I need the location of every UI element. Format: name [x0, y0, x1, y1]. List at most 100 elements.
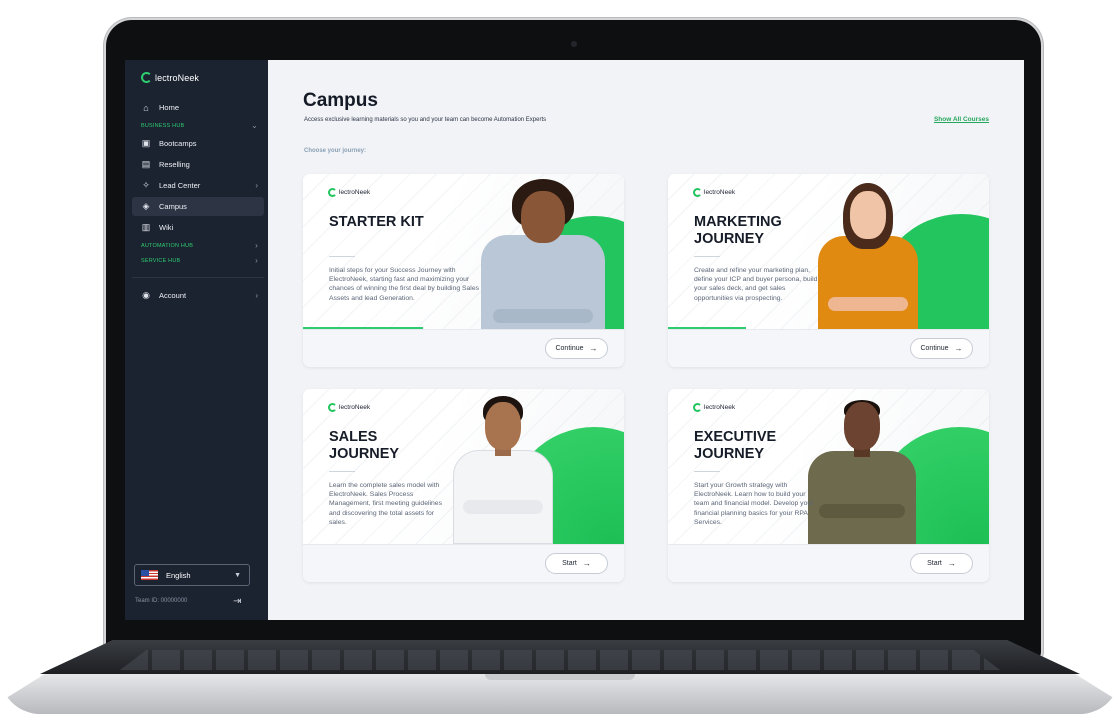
- sidebar-section-business-hub[interactable]: BUSINESS HUB ⌄: [132, 119, 264, 132]
- arrow-right-icon: →: [582, 559, 591, 568]
- sidebar-item-reselling[interactable]: ▤ Reselling: [132, 155, 264, 174]
- continue-button[interactable]: Continue →: [545, 338, 608, 359]
- card-brand: lectroNeek: [328, 188, 370, 197]
- card-brand: lectroNeek: [328, 403, 370, 412]
- card-footer: Start →: [303, 544, 624, 582]
- card-title: STARTER KIT: [329, 214, 424, 230]
- arrow-right-icon: →: [589, 344, 598, 353]
- person-photo: [808, 394, 916, 544]
- sidebar-item-campus[interactable]: ◈ Campus: [132, 197, 264, 216]
- person-photo: [453, 392, 553, 544]
- divider: [694, 471, 720, 472]
- section-label: SERVICE HUB: [141, 257, 181, 264]
- divider: [329, 471, 355, 472]
- chevron-right-icon: ›: [255, 291, 258, 300]
- arrow-right-icon: →: [954, 344, 963, 353]
- sidebar-item-label: Wiki: [159, 223, 174, 232]
- home-icon: ⌂: [143, 102, 149, 113]
- team-id: Team ID: 00000000: [135, 598, 188, 604]
- card-footer: Continue →: [303, 329, 624, 367]
- card-title: EXECUTIVE JOURNEY: [694, 429, 777, 462]
- button-label: Start: [562, 560, 577, 567]
- language-select[interactable]: English ▼: [134, 564, 250, 586]
- sidebar-item-label: Home: [159, 103, 180, 112]
- chevron-right-icon: ›: [255, 181, 258, 190]
- button-label: Continue: [920, 345, 949, 352]
- card-hero: [668, 174, 989, 329]
- card-title: MARKETING JOURNEY: [694, 214, 782, 247]
- show-all-courses-link[interactable]: Show All Courses: [934, 116, 989, 123]
- card-footer: Start →: [668, 544, 989, 582]
- start-button[interactable]: Start →: [910, 553, 973, 574]
- course-card-sales-journey[interactable]: lectroNeek SALES JOURNEY Learn the compl…: [303, 389, 624, 582]
- arrow-right-icon: →: [947, 559, 956, 568]
- main-content: Campus Access exclusive learning materia…: [268, 60, 1024, 620]
- divider: [132, 277, 264, 278]
- card-brand-name: lectroNeek: [704, 404, 736, 411]
- sidebar-section-automation-hub[interactable]: AUTOMATION HUB ›: [132, 239, 264, 252]
- sidebar-nav: ⌂ Home BUSINESS HUB ⌄ ▣ Bootcamps ▤ Rese…: [132, 98, 264, 307]
- chevron-right-icon: ›: [255, 241, 258, 250]
- sidebar-item-label: Account: [159, 291, 187, 300]
- camera: [571, 41, 577, 47]
- calendar-icon: ▣: [141, 138, 151, 148]
- user-circle-icon: ◉: [142, 290, 150, 300]
- card-description: Initial steps for your Success Journey w…: [329, 267, 479, 302]
- logo-icon: [141, 72, 152, 83]
- sidebar-item-label: Bootcamps: [159, 139, 197, 148]
- logo-icon: [328, 403, 337, 412]
- laptop-bottom: [0, 674, 1120, 714]
- logout-icon[interactable]: ⇥: [233, 596, 241, 607]
- sidebar-item-account[interactable]: ◉ Account ›: [132, 286, 264, 305]
- language-label: English: [166, 570, 191, 580]
- card-description: Start your Growth strategy with ElectroN…: [694, 482, 814, 526]
- sidebar: lectroNeek ⌂ Home BUSINESS HUB ⌄ ▣ Bootc…: [125, 60, 268, 620]
- keyboard: [120, 650, 1000, 670]
- sidebar-item-lead-center[interactable]: ✧ Lead Center ›: [132, 176, 264, 195]
- card-description: Learn the complete sales model with Elec…: [329, 482, 442, 526]
- course-card-marketing-journey[interactable]: lectroNeek MARKETING JOURNEY Create and …: [668, 174, 989, 367]
- continue-button[interactable]: Continue →: [910, 338, 973, 359]
- card-brand: lectroNeek: [693, 188, 735, 197]
- card-footer: Continue →: [668, 329, 989, 367]
- chevron-down-icon: ⌄: [251, 121, 258, 130]
- book-icon: ▥: [141, 222, 151, 232]
- sidebar-item-home[interactable]: ⌂ Home: [132, 98, 264, 117]
- card-brand: lectroNeek: [693, 403, 735, 412]
- logo-icon: [328, 188, 337, 197]
- document-icon: ▤: [141, 159, 151, 169]
- button-label: Continue: [555, 345, 584, 352]
- card-title: SALES JOURNEY: [329, 429, 400, 462]
- laptop-base: [0, 640, 1120, 719]
- graduation-cap-icon: ◈: [142, 201, 150, 211]
- sparkle-cursor-icon: ✧: [142, 180, 150, 190]
- card-brand-name: lectroNeek: [339, 404, 371, 411]
- brand-logo[interactable]: lectroNeek: [141, 72, 199, 83]
- sidebar-item-label: Campus: [159, 202, 187, 211]
- divider: [329, 256, 355, 257]
- brand-name: lectroNeek: [155, 72, 200, 83]
- course-card-starter-kit[interactable]: lectroNeek STARTER KIT Initial steps for…: [303, 174, 624, 367]
- person-photo: [481, 177, 605, 329]
- sidebar-item-label: Reselling: [159, 160, 190, 169]
- page-subtitle: Access exclusive learning materials so y…: [304, 117, 547, 123]
- course-card-executive-journey[interactable]: lectroNeek EXECUTIVE JOURNEY Start your …: [668, 389, 989, 582]
- sidebar-section-service-hub[interactable]: SERVICE HUB ›: [132, 254, 264, 267]
- start-button[interactable]: Start →: [545, 553, 608, 574]
- card-brand-name: lectroNeek: [339, 189, 371, 196]
- card-brand-name: lectroNeek: [704, 189, 736, 196]
- page-title: Campus: [303, 90, 378, 111]
- card-hero: [303, 174, 624, 329]
- sidebar-item-label: Lead Center: [159, 181, 201, 190]
- divider: [694, 256, 720, 257]
- section-label: BUSINESS HUB: [141, 122, 185, 129]
- sidebar-item-bootcamps[interactable]: ▣ Bootcamps: [132, 134, 264, 153]
- section-label: AUTOMATION HUB: [141, 242, 194, 249]
- screen: lectroNeek ⌂ Home BUSINESS HUB ⌄ ▣ Bootc…: [125, 60, 1024, 620]
- sidebar-item-wiki[interactable]: ▥ Wiki: [132, 218, 264, 237]
- choose-journey-label: Choose your journey:: [304, 148, 367, 154]
- chevron-right-icon: ›: [255, 256, 258, 265]
- caret-down-icon: ▼: [234, 571, 241, 579]
- us-flag-icon: [141, 570, 158, 580]
- person-photo: [818, 179, 918, 329]
